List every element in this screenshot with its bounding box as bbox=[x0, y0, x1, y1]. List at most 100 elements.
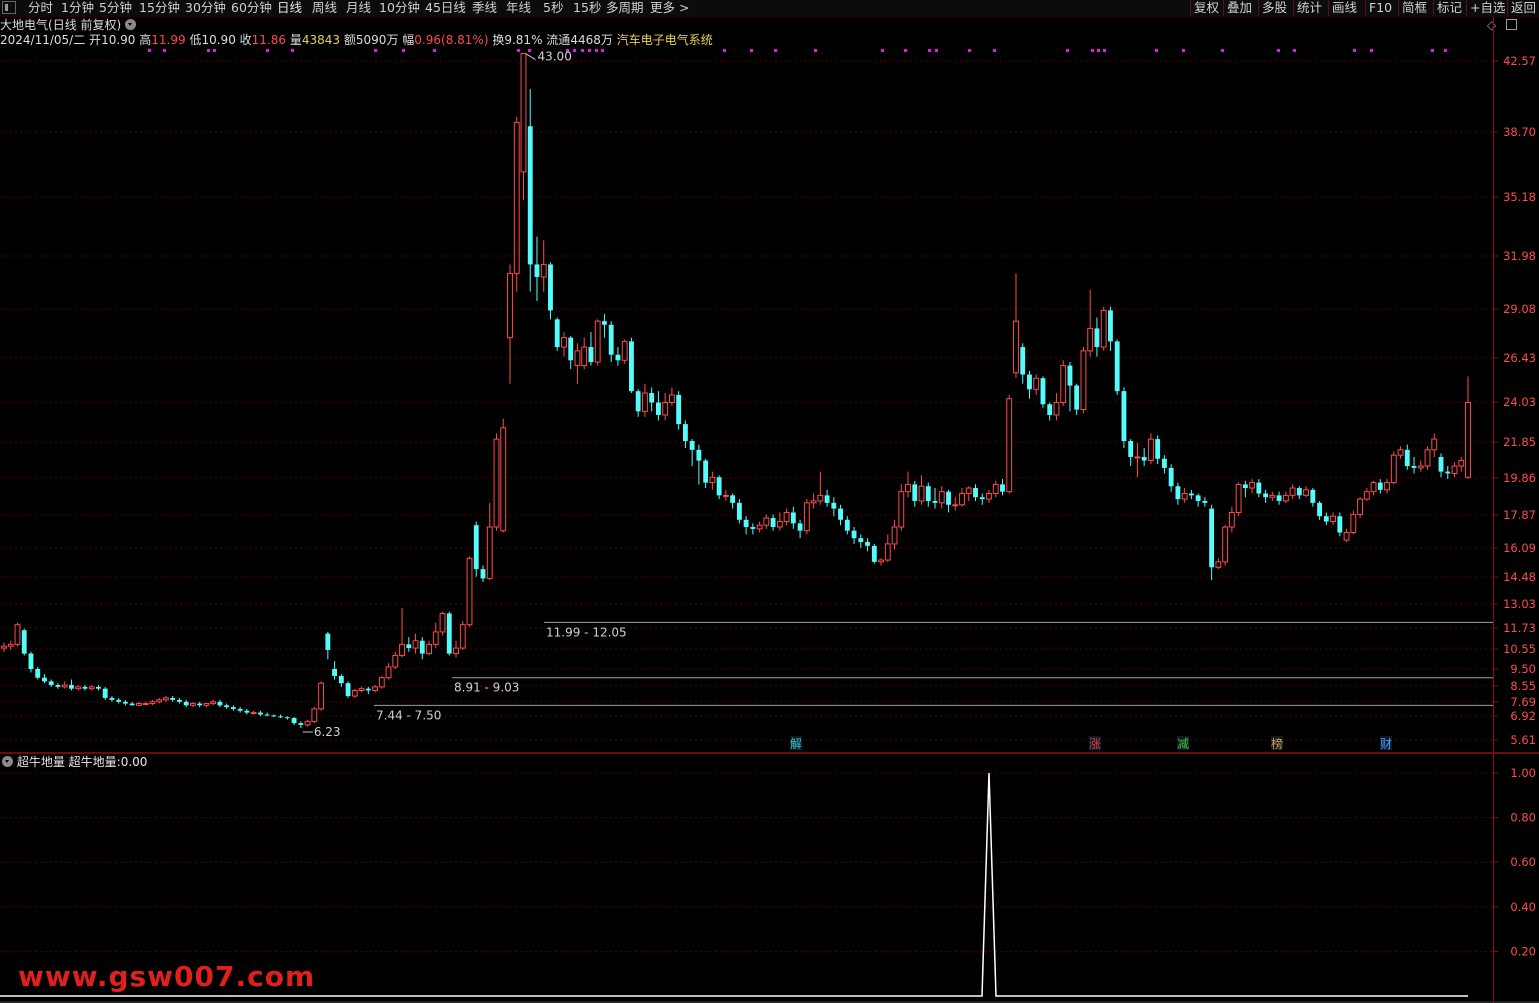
toolbar-button-8[interactable]: +自选 bbox=[1470, 0, 1505, 16]
event-marker[interactable]: 减 bbox=[1177, 736, 1189, 751]
candle-body bbox=[932, 500, 938, 503]
signal-dot bbox=[968, 49, 971, 52]
tab-16[interactable]: 更多 > bbox=[650, 0, 689, 16]
candle bbox=[649, 387, 655, 412]
dropdown-icon[interactable] bbox=[125, 19, 137, 30]
candle bbox=[432, 622, 439, 649]
tab-2[interactable]: 5分钟 bbox=[99, 0, 132, 16]
tab-13[interactable]: 5秒 bbox=[543, 0, 563, 16]
toolbar-separator bbox=[1365, 0, 1366, 16]
menu-icon[interactable] bbox=[2, 1, 16, 14]
candle-body bbox=[1128, 441, 1134, 457]
candle-body bbox=[1343, 532, 1350, 541]
collapse-icon[interactable] bbox=[1506, 19, 1517, 30]
candle-body bbox=[689, 441, 695, 450]
candle-body bbox=[803, 502, 810, 532]
tab-9[interactable]: 10分钟 bbox=[379, 0, 420, 16]
toolbar-button-7[interactable]: 标记 bbox=[1437, 0, 1462, 16]
sector-name[interactable]: 汽车电子电气系统 bbox=[617, 33, 713, 47]
event-marker[interactable]: 财 bbox=[1380, 736, 1392, 751]
candle-body bbox=[372, 686, 378, 691]
candle-body bbox=[1235, 483, 1242, 513]
signal-dot bbox=[1155, 49, 1158, 52]
candle bbox=[756, 521, 763, 533]
candle-body bbox=[116, 699, 122, 702]
candle-body bbox=[1289, 487, 1296, 496]
candle bbox=[1128, 439, 1134, 467]
candle bbox=[203, 703, 210, 708]
toolbar-separator bbox=[1258, 0, 1259, 16]
toolbar-button-2[interactable]: 多股 bbox=[1262, 0, 1287, 16]
candle bbox=[1100, 306, 1107, 351]
tab-3[interactable]: 15分钟 bbox=[139, 0, 180, 16]
toolbar-button-5[interactable]: F10 bbox=[1369, 0, 1392, 16]
toolbar-button-4[interactable]: 画线 bbox=[1332, 0, 1357, 16]
candle-body bbox=[1006, 398, 1013, 493]
high-label: 高 bbox=[139, 33, 152, 47]
candle-body bbox=[183, 701, 189, 706]
candle-body bbox=[736, 502, 742, 520]
tab-7[interactable]: 周线 bbox=[312, 0, 337, 16]
candle bbox=[217, 699, 223, 708]
candle bbox=[1175, 482, 1181, 505]
candle bbox=[197, 701, 203, 708]
candle-body bbox=[217, 701, 223, 706]
toolbar-button-9[interactable]: 返回 bbox=[1511, 0, 1536, 16]
signal-dot bbox=[433, 49, 436, 52]
tab-15[interactable]: 多周期 bbox=[606, 0, 644, 16]
candle bbox=[399, 608, 405, 658]
float-label: 流通 bbox=[546, 33, 571, 47]
event-marker[interactable]: 榜 bbox=[1271, 736, 1283, 751]
tab-11[interactable]: 季线 bbox=[472, 0, 497, 16]
candle-body bbox=[82, 686, 88, 689]
watermark: www.gsw007.com bbox=[18, 960, 316, 993]
stock-title: 大地电气(日线 前复权) bbox=[0, 17, 137, 33]
candle bbox=[1465, 376, 1471, 480]
tab-8[interactable]: 月线 bbox=[346, 0, 371, 16]
candle bbox=[1074, 383, 1080, 415]
toolbar-button-1[interactable]: 叠加 bbox=[1227, 0, 1252, 16]
candle bbox=[1047, 402, 1053, 421]
band-label-1: 11.99 - 12.05 bbox=[546, 625, 627, 639]
tab-4[interactable]: 30分钟 bbox=[185, 0, 226, 16]
tab-0[interactable]: 分时 bbox=[28, 0, 53, 16]
bottom-label: 6.23 bbox=[314, 725, 341, 739]
price-axis-label: 35.18 bbox=[1503, 190, 1536, 204]
event-marker[interactable]: 解 bbox=[790, 736, 802, 751]
tab-5[interactable]: 60分钟 bbox=[231, 0, 272, 16]
signal-dot bbox=[581, 49, 584, 52]
candle-body bbox=[500, 427, 507, 532]
price-axis-label: 29.08 bbox=[1503, 302, 1536, 316]
candle bbox=[1155, 435, 1161, 465]
candle-body bbox=[345, 683, 351, 697]
candle-body bbox=[959, 493, 965, 506]
candle-body bbox=[594, 320, 601, 363]
event-marker[interactable]: 涨 bbox=[1089, 736, 1101, 751]
candle bbox=[278, 714, 284, 719]
toolbar-button-3[interactable]: 统计 bbox=[1297, 0, 1322, 16]
diamond-icon[interactable]: ◇ bbox=[1487, 18, 1496, 32]
toolbar-button-6[interactable]: 简框 bbox=[1402, 0, 1427, 16]
candle bbox=[743, 516, 749, 535]
candle bbox=[979, 493, 985, 505]
candle-body bbox=[635, 391, 641, 412]
signal-dot bbox=[266, 49, 269, 52]
signal-dot bbox=[1277, 49, 1280, 52]
toolbar-button-0[interactable]: 复权 bbox=[1194, 0, 1219, 16]
candle bbox=[1215, 558, 1222, 570]
candle bbox=[1390, 451, 1397, 485]
candle-body bbox=[399, 643, 405, 656]
tab-10[interactable]: 45日线 bbox=[425, 0, 466, 16]
candle bbox=[621, 339, 628, 364]
candle bbox=[722, 489, 729, 501]
tab-1[interactable]: 1分钟 bbox=[61, 0, 94, 16]
tab-6[interactable]: 日线 bbox=[277, 0, 302, 16]
candle-body bbox=[534, 264, 540, 277]
candle-body bbox=[1027, 374, 1032, 390]
candle bbox=[946, 489, 951, 513]
candlestick-chart[interactable]: 42.57 38.70 35.18 31.98 29.08 26.43 24.03 21.85… bbox=[0, 48, 1539, 754]
tab-12[interactable]: 年线 bbox=[506, 0, 531, 16]
tab-14[interactable]: 15秒 bbox=[573, 0, 601, 16]
candle-body bbox=[365, 688, 371, 691]
candle-body bbox=[486, 526, 493, 579]
